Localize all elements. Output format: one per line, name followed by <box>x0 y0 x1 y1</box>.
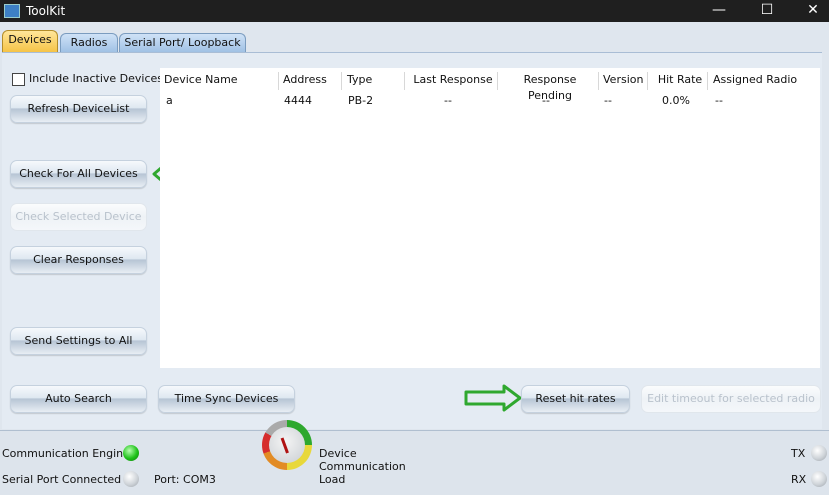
column-header-last-response[interactable]: Last Response <box>405 72 498 90</box>
cell-response-pending: -- <box>542 94 550 107</box>
column-header-address[interactable]: Address <box>279 72 342 90</box>
port-label: Port: COM3 <box>154 473 216 486</box>
tx-indicator <box>811 445 827 461</box>
devices-panel: Include Inactive Devices Refresh DeviceL… <box>2 52 822 429</box>
close-button[interactable]: ✕ <box>791 0 829 22</box>
gauge-needle <box>280 437 289 454</box>
edit-timeout-button[interactable]: Edit timeout for selected radio <box>641 385 821 413</box>
column-header-hit-rate[interactable]: Hit Rate <box>649 72 708 90</box>
gauge-face <box>269 427 305 463</box>
include-inactive-label: Include Inactive Devices <box>29 72 164 85</box>
time-sync-devices-button[interactable]: Time Sync Devices <box>158 385 295 413</box>
cell-type: PB-2 <box>348 94 374 107</box>
communication-engine-label: Communication Engine <box>2 447 130 460</box>
serial-port-indicator <box>123 471 139 487</box>
send-settings-to-all-button[interactable]: Send Settings to All <box>10 327 147 355</box>
cell-device-name: a <box>166 94 173 107</box>
rx-indicator <box>811 471 827 487</box>
serial-port-connected-label: Serial Port Connected <box>2 473 122 486</box>
column-header-type[interactable]: Type <box>343 72 405 90</box>
cell-assigned-radio: -- <box>715 94 723 107</box>
tab-serial-port-loopback[interactable]: Serial Port/ Loopback <box>119 33 246 53</box>
check-selected-device-button[interactable]: Check Selected Device <box>10 203 147 231</box>
title-bar: ToolKit — ☐ ✕ <box>0 0 829 22</box>
device-table[interactable]: Device Name Address Type Last Response R… <box>160 68 820 368</box>
right-arrow-icon <box>464 384 522 412</box>
refresh-device-list-button[interactable]: Refresh DeviceList <box>10 95 147 123</box>
communication-load-gauge-icon <box>262 420 312 470</box>
device-load-label-line1: Device <box>319 447 357 460</box>
window-title: ToolKit <box>26 4 66 18</box>
reset-hit-rates-button[interactable]: Reset hit rates <box>521 385 630 413</box>
app-icon <box>4 4 20 18</box>
include-inactive-checkbox[interactable] <box>12 73 25 86</box>
check-for-all-devices-button[interactable]: Check For All Devices <box>10 160 147 188</box>
column-header-response-pending[interactable]: Response Pending <box>498 72 599 102</box>
tab-strip: Devices Radios Serial Port/ Loopback <box>0 30 829 53</box>
tab-devices[interactable]: Devices <box>2 30 58 53</box>
main-window: Devices Radios Serial Port/ Loopback Inc… <box>0 22 829 495</box>
maximize-button[interactable]: ☐ <box>745 0 789 22</box>
clear-responses-button[interactable]: Clear Responses <box>10 246 147 274</box>
column-header-device-name[interactable]: Device Name <box>160 72 279 90</box>
minimize-button[interactable]: — <box>697 0 741 22</box>
communication-engine-indicator <box>123 445 139 461</box>
cell-hit-rate: 0.0% <box>662 94 690 107</box>
tx-label: TX <box>791 447 806 460</box>
column-header-assigned-radio[interactable]: Assigned Radio <box>709 72 818 90</box>
cell-last-response: -- <box>444 94 452 107</box>
cell-version: -- <box>604 94 612 107</box>
auto-search-button[interactable]: Auto Search <box>10 385 147 413</box>
rx-label: RX <box>791 473 807 486</box>
tab-radios[interactable]: Radios <box>60 33 118 53</box>
status-bar: Communication Engine Serial Port Connect… <box>0 430 829 495</box>
device-load-label-line3: Load <box>319 473 346 486</box>
cell-address: 4444 <box>284 94 312 107</box>
device-load-label-line2: Communication <box>319 460 406 473</box>
column-header-version[interactable]: Version <box>599 72 648 90</box>
